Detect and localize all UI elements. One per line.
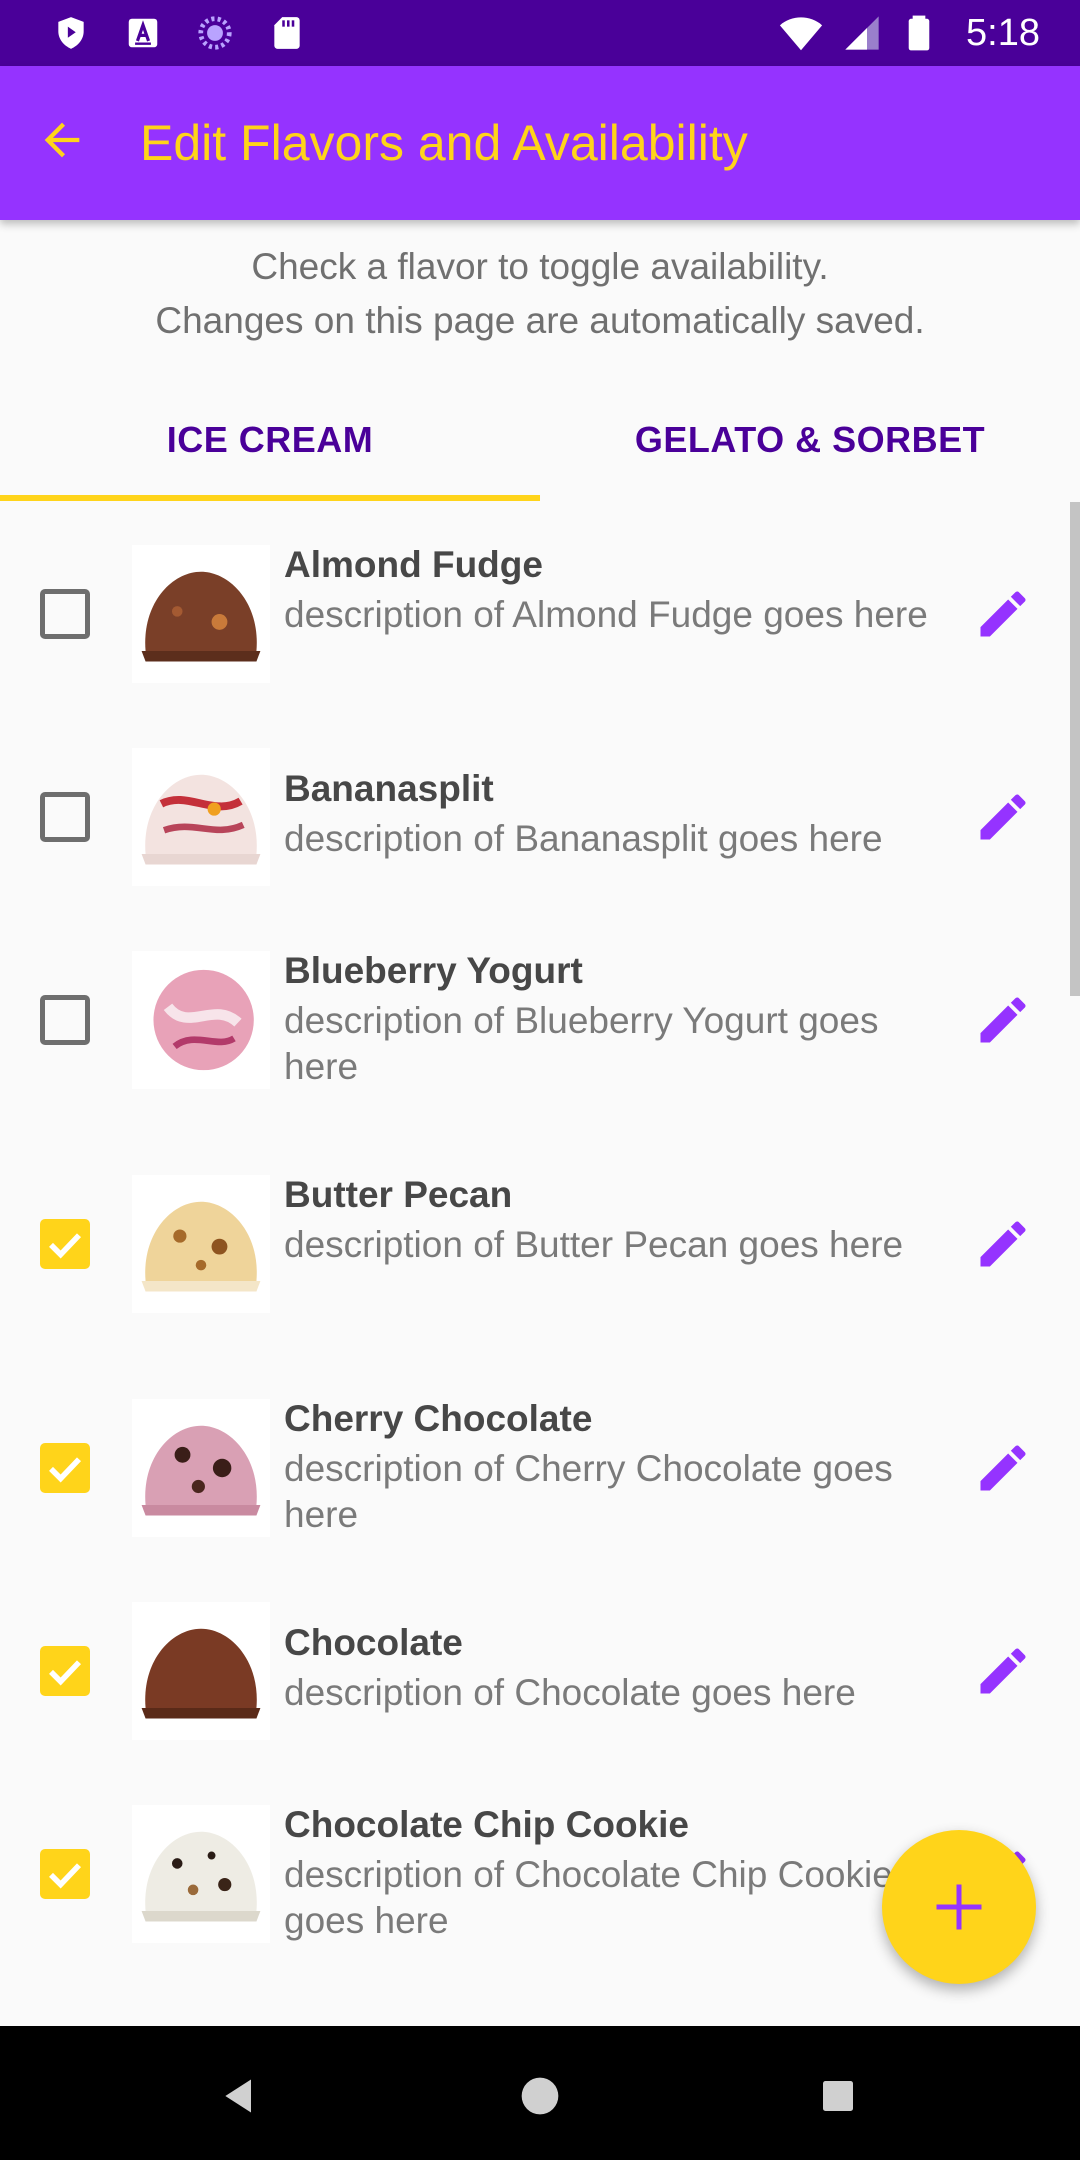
pencil-icon bbox=[980, 1445, 1026, 1491]
wifi-icon bbox=[779, 17, 823, 51]
tab-ice-cream[interactable]: ICE CREAM bbox=[0, 380, 540, 500]
back-button[interactable] bbox=[30, 108, 94, 172]
edit-button[interactable] bbox=[970, 784, 1036, 850]
flavor-image bbox=[132, 748, 270, 886]
recents-square-icon bbox=[823, 2081, 853, 2111]
ice-cream-scoop-image bbox=[141, 1628, 261, 1719]
flavor-image bbox=[132, 545, 270, 683]
edit-button[interactable] bbox=[970, 581, 1036, 647]
flavor-description: description of Chocolate goes here bbox=[284, 1672, 856, 1713]
availability-checkbox[interactable] bbox=[40, 1849, 90, 1899]
plus-icon bbox=[936, 1884, 982, 1930]
battery-icon bbox=[908, 15, 930, 51]
edit-button[interactable] bbox=[970, 1638, 1036, 1704]
checkmark-icon bbox=[49, 1660, 82, 1686]
ice-cream-scoop-image bbox=[141, 571, 261, 662]
flavor-image bbox=[132, 1399, 270, 1537]
ice-cream-scoop-image bbox=[141, 1201, 261, 1292]
availability-checkbox[interactable] bbox=[40, 995, 90, 1045]
ice-cream-scoop-image bbox=[141, 774, 261, 865]
flavor-list: Almond Fudge description of Almond Fudge… bbox=[0, 500, 1080, 2026]
play-protect-icon bbox=[58, 17, 84, 49]
flavor-image bbox=[132, 1175, 270, 1313]
pencil-icon bbox=[980, 591, 1026, 637]
flavor-name: Blueberry Yogurt bbox=[284, 950, 583, 991]
flavor-description: description of Almond Fudge goes here bbox=[284, 594, 928, 635]
edit-button[interactable] bbox=[970, 1211, 1036, 1277]
sync-circle-icon bbox=[198, 16, 232, 50]
back-triangle-icon bbox=[225, 2079, 251, 2113]
app-bar: Edit Flavors and Availability bbox=[0, 66, 1080, 220]
checkmark-icon bbox=[49, 1863, 82, 1889]
flavor-name: Chocolate Chip Cookie bbox=[284, 1804, 689, 1845]
sd-card-icon bbox=[274, 17, 300, 49]
flavor-image bbox=[132, 1805, 270, 1943]
availability-checkbox[interactable] bbox=[40, 1443, 90, 1493]
pencil-icon bbox=[980, 1221, 1026, 1267]
ice-cream-scoop-image bbox=[153, 969, 254, 1071]
flavor-name: Chocolate bbox=[284, 1622, 463, 1663]
signal-icon bbox=[845, 16, 879, 50]
flavor-name: Butter Pecan bbox=[284, 1174, 513, 1215]
flavor-description: description of Chocolate Chip Cookie goe… bbox=[284, 1854, 893, 1941]
accessibility-a-icon bbox=[128, 18, 158, 48]
category-tabs: ICE CREAM GELATO & SORBET bbox=[0, 380, 1080, 501]
edit-button[interactable] bbox=[970, 1435, 1036, 1501]
availability-checkbox[interactable] bbox=[40, 792, 90, 842]
status-bar: 5:18 bbox=[0, 0, 1080, 66]
clock-time: 5:18 bbox=[966, 12, 1040, 54]
availability-checkbox[interactable] bbox=[40, 1646, 90, 1696]
flavor-description: description of Blueberry Yogurt goes her… bbox=[284, 1000, 879, 1087]
home-circle-icon bbox=[521, 2077, 559, 2115]
checkmark-icon bbox=[49, 1233, 82, 1259]
edit-button[interactable] bbox=[970, 987, 1036, 1053]
pencil-icon bbox=[980, 794, 1026, 840]
flavor-image bbox=[132, 1602, 270, 1740]
nav-home-button[interactable] bbox=[510, 2066, 570, 2126]
page-title: Edit Flavors and Availability bbox=[140, 115, 748, 171]
instructions-text: Check a flavor to toggle availability. C… bbox=[0, 240, 1080, 348]
flavor-description: description of Bananasplit goes here bbox=[284, 818, 883, 859]
system-nav-bar bbox=[0, 2026, 1080, 2160]
flavor-description: description of Cherry Chocolate goes her… bbox=[284, 1448, 893, 1535]
scrollbar[interactable] bbox=[1070, 502, 1080, 996]
availability-checkbox[interactable] bbox=[40, 589, 90, 639]
pencil-icon bbox=[980, 997, 1026, 1043]
pencil-icon bbox=[980, 1648, 1026, 1694]
flavor-name: Almond Fudge bbox=[284, 544, 543, 585]
nav-back-button[interactable] bbox=[210, 2066, 270, 2126]
instructions-line-1: Check a flavor to toggle availability. bbox=[251, 246, 829, 287]
instructions-line-2: Changes on this page are automatically s… bbox=[155, 300, 925, 341]
arrow-back-icon bbox=[44, 122, 80, 158]
nav-recents-button[interactable] bbox=[808, 2066, 868, 2126]
add-flavor-button[interactable] bbox=[882, 1830, 1036, 1984]
tab-gelato-sorbet[interactable]: GELATO & SORBET bbox=[540, 380, 1080, 500]
flavor-name: Cherry Chocolate bbox=[284, 1398, 593, 1439]
flavor-name: Bananasplit bbox=[284, 768, 494, 809]
ice-cream-scoop-image bbox=[141, 1425, 261, 1516]
availability-checkbox[interactable] bbox=[40, 1219, 90, 1269]
flavor-image bbox=[132, 951, 270, 1089]
checkmark-icon bbox=[49, 1457, 82, 1483]
flavor-description: description of Butter Pecan goes here bbox=[284, 1224, 904, 1265]
ice-cream-scoop-image bbox=[141, 1831, 261, 1922]
